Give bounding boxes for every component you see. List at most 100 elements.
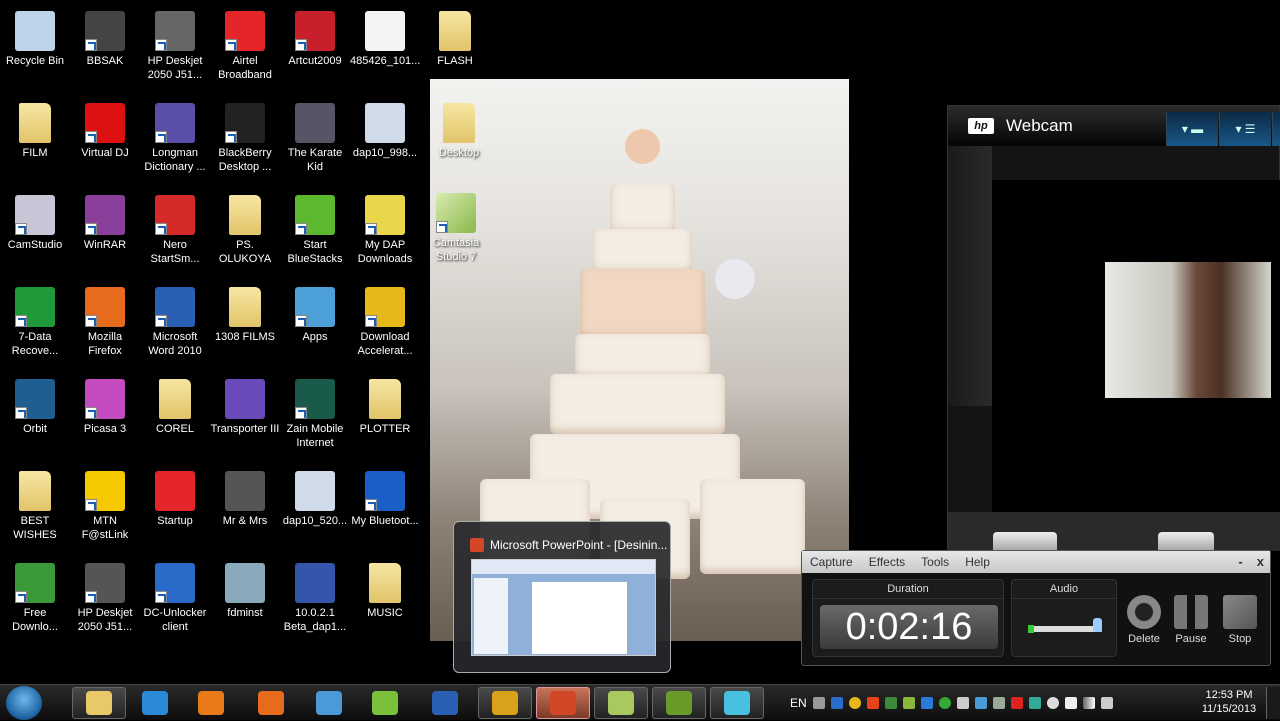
- taskbar-thumbnail-preview[interactable]: Microsoft PowerPoint - [Desinin...: [453, 521, 671, 673]
- messenger-icon[interactable]: [1046, 697, 1059, 709]
- taskbar-app-chrome[interactable]: [478, 687, 532, 719]
- desktop-icon[interactable]: WinRAR: [70, 189, 140, 252]
- taskbar-app-firefox[interactable]: [244, 687, 298, 719]
- close-button[interactable]: x: [1257, 554, 1264, 569]
- camtasia-recorder-window[interactable]: Capture Effects Tools Help - x Duration …: [801, 550, 1271, 666]
- power-icon[interactable]: [956, 697, 969, 709]
- desktop-icon[interactable]: 485426_101...: [350, 5, 420, 68]
- taskbar-app-internet-explorer[interactable]: [128, 687, 182, 719]
- desktop-icon[interactable]: My Bluetoot...: [350, 465, 420, 528]
- desktop-icon[interactable]: FLASH: [420, 5, 490, 68]
- taskbar-app-webcam[interactable]: [710, 687, 764, 719]
- menu-effects[interactable]: Effects: [869, 555, 905, 569]
- clock[interactable]: 12:53 PM 11/15/2013: [1198, 688, 1260, 716]
- pause-button[interactable]: Pause: [1169, 595, 1213, 645]
- desktop-icon[interactable]: My DAP Downloads: [350, 189, 420, 266]
- desktop-icon[interactable]: Mozilla Firefox: [70, 281, 140, 358]
- desktop-icon[interactable]: HP Deskjet 2050 J51...: [70, 557, 140, 634]
- desktop-icon[interactable]: 10.0.2.1 Beta_dap1...: [280, 557, 350, 634]
- desktop-icon[interactable]: dap10_520...: [280, 465, 350, 528]
- language-indicator[interactable]: EN: [790, 696, 807, 710]
- desktop-icon[interactable]: Recycle Bin: [0, 5, 70, 68]
- desktop-icon[interactable]: Microsoft Word 2010: [140, 281, 210, 358]
- menu-capture[interactable]: Capture: [810, 555, 853, 569]
- audio-level-slider[interactable]: [1028, 618, 1103, 633]
- desktop-icon[interactable]: Start BlueStacks: [280, 189, 350, 266]
- network-globe-icon[interactable]: [848, 697, 861, 709]
- desktop-icon[interactable]: Mr & Mrs: [210, 465, 280, 528]
- desktop-icon[interactable]: Startup: [140, 465, 210, 528]
- folder-menu-button[interactable]: ▾ ▬: [1166, 112, 1218, 146]
- action-center-flag-icon[interactable]: [1064, 697, 1077, 709]
- airtel-icon[interactable]: [1010, 697, 1023, 709]
- show-desktop-button[interactable]: [1266, 687, 1280, 719]
- desktop-icon[interactable]: Desktop: [424, 97, 494, 160]
- start-button[interactable]: [6, 686, 42, 720]
- powerpoint-window-thumbnail[interactable]: [471, 559, 656, 656]
- audio-label: Audio: [1012, 580, 1116, 599]
- bluestacks-icon[interactable]: [902, 697, 915, 709]
- audio-slider-thumb[interactable]: [1093, 618, 1103, 632]
- menu-help[interactable]: Help: [965, 555, 990, 569]
- desktop-icon[interactable]: FILM: [0, 97, 70, 160]
- tray-app-icon[interactable]: [920, 697, 933, 709]
- desktop-icon[interactable]: Free Downlo...: [0, 557, 70, 634]
- desktop-icon[interactable]: Longman Dictionary ...: [140, 97, 210, 174]
- desktop-icon[interactable]: dap10_998...: [350, 97, 420, 160]
- desktop-icon[interactable]: Zain Mobile Internet: [280, 373, 350, 450]
- taskbar-app-camtasia[interactable]: [594, 687, 648, 719]
- keyboard-icon[interactable]: [812, 697, 825, 709]
- webcam-window[interactable]: hp Webcam ▾ ▬ ▾ ☰: [947, 105, 1280, 554]
- desktop-icon[interactable]: fdminst: [210, 557, 280, 620]
- tray-app-icon[interactable]: [884, 697, 897, 709]
- stop-button[interactable]: Stop: [1218, 595, 1262, 645]
- menu-tools[interactable]: Tools: [921, 555, 949, 569]
- taskbar-app-powerpoint[interactable]: [536, 687, 590, 719]
- desktop-icon[interactable]: MUSIC: [350, 557, 420, 620]
- dap-icon[interactable]: [866, 697, 879, 709]
- desktop-icon[interactable]: Apps: [280, 281, 350, 344]
- taskbar-app-camtasia-recorder[interactable]: [652, 687, 706, 719]
- desktop-icon[interactable]: BlackBerry Desktop ...: [210, 97, 280, 174]
- desktop-icon[interactable]: 7-Data Recove...: [0, 281, 70, 358]
- desktop-icon[interactable]: HP Deskjet 2050 J51...: [140, 5, 210, 82]
- desktop-icon[interactable]: Nero StartSm...: [140, 189, 210, 266]
- desktop-icon[interactable]: 1308 FILMS: [210, 281, 280, 344]
- desktop-icon[interactable]: CamStudio: [0, 189, 70, 252]
- taskbar-app-windows-explorer[interactable]: [72, 687, 126, 719]
- delete-button[interactable]: Delete: [1122, 595, 1166, 645]
- desktop-icon[interactable]: Virtual DJ: [70, 97, 140, 160]
- desktop-icon[interactable]: Airtel Broadband: [210, 5, 280, 82]
- bluetooth-icon[interactable]: [830, 697, 843, 709]
- desktop-icon[interactable]: Orbit: [0, 373, 70, 436]
- volume-icon[interactable]: [1100, 697, 1113, 709]
- settings-menu-button[interactable]: ▾ ☰: [1219, 112, 1271, 146]
- desktop-icon[interactable]: BBSAK: [70, 5, 140, 68]
- desktop-icon[interactable]: BEST WISHES: [0, 465, 70, 542]
- desktop-icon[interactable]: Picasa 3: [70, 373, 140, 436]
- setup-icon: [295, 563, 335, 603]
- tray-app-icon[interactable]: [1028, 697, 1041, 709]
- taskbar-app-media-player[interactable]: [184, 687, 238, 719]
- webcam-title-bar[interactable]: hp Webcam ▾ ▬ ▾ ☰: [948, 106, 1280, 146]
- desktop-icon[interactable]: PLOTTER: [350, 373, 420, 436]
- taskbar-app-photo-viewer[interactable]: [302, 687, 356, 719]
- desktop-icon[interactable]: PS. OLUKOYA: [210, 189, 280, 266]
- usb-safe-remove-icon[interactable]: [938, 697, 951, 709]
- taskbar-app-coreldraw[interactable]: [358, 687, 412, 719]
- desktop-icon[interactable]: Camtasia Studio 7: [422, 187, 490, 264]
- minimize-button[interactable]: -: [1238, 554, 1242, 569]
- desktop-icon[interactable]: Artcut2009: [280, 5, 350, 68]
- desktop-icon[interactable]: COREL: [140, 373, 210, 436]
- desktop-icon[interactable]: The Karate Kid: [280, 97, 350, 174]
- signal-strength-icon[interactable]: [1082, 697, 1095, 709]
- more-menu-button[interactable]: [1272, 112, 1280, 146]
- tray-app-icon[interactable]: [992, 697, 1005, 709]
- slide-panel-preview: [474, 578, 508, 654]
- desktop-icon[interactable]: DC-Unlocker client: [140, 557, 210, 634]
- tray-app-icon[interactable]: [974, 697, 987, 709]
- desktop-icon[interactable]: Transporter III: [210, 373, 280, 436]
- desktop-icon[interactable]: Download Accelerat...: [350, 281, 420, 358]
- taskbar-app-word[interactable]: [418, 687, 472, 719]
- desktop-icon[interactable]: MTN F@stLink: [70, 465, 140, 542]
